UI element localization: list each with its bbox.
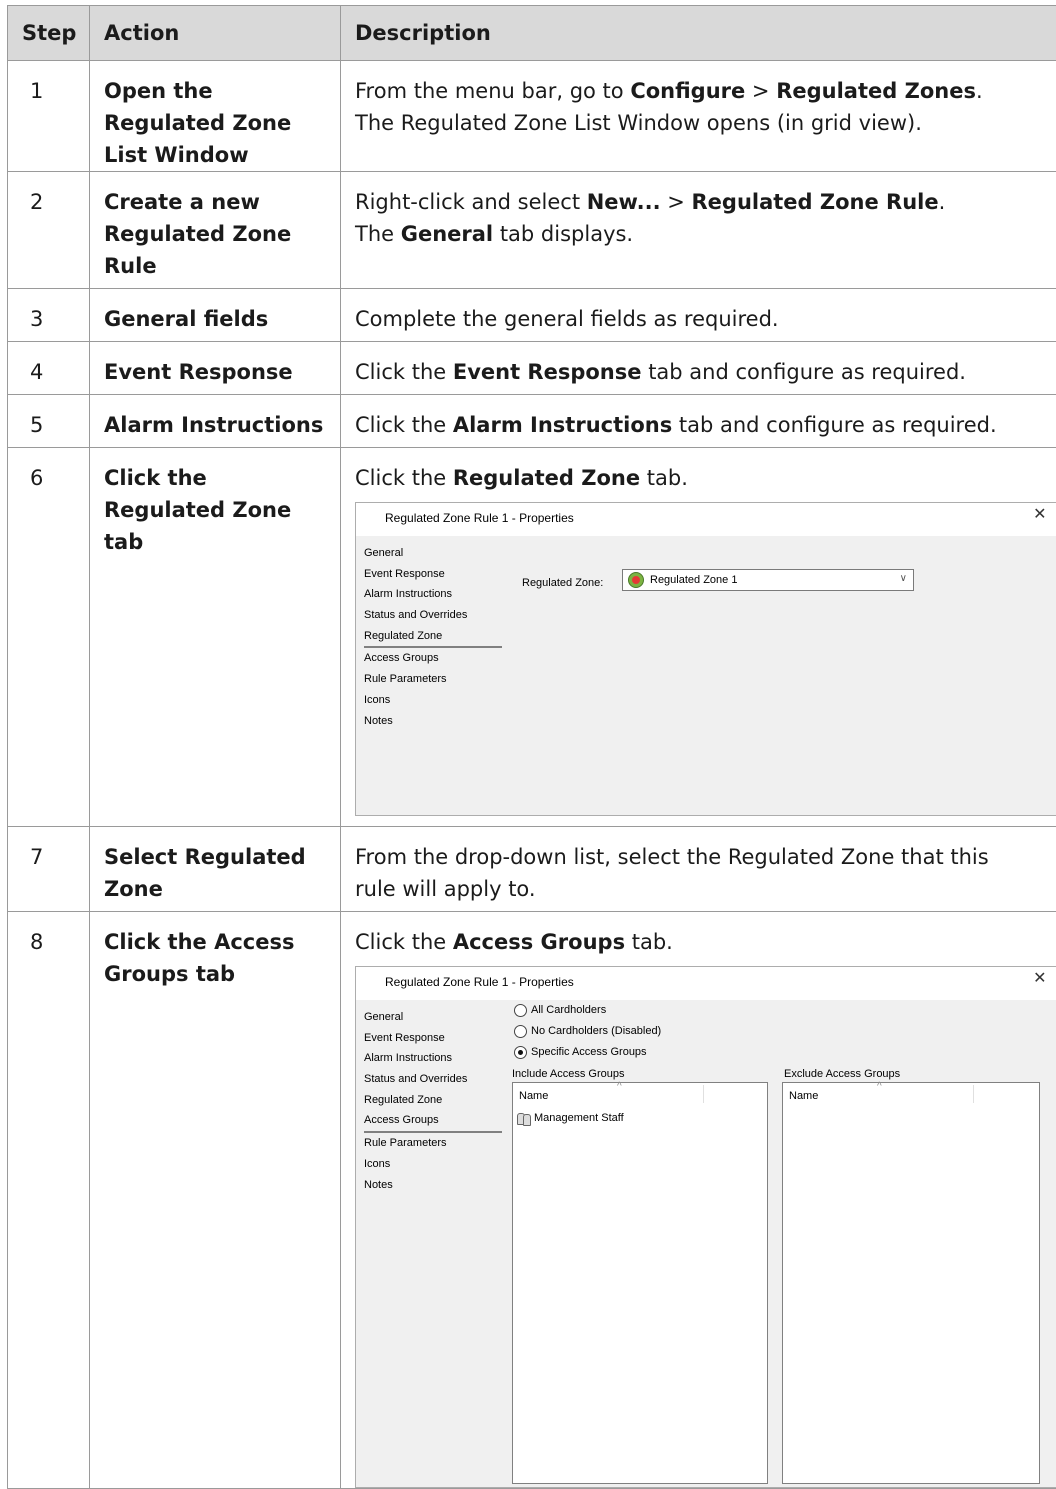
column-separator[interactable]: [973, 1085, 974, 1103]
nav-item-rule-parameters[interactable]: Rule Parameters: [364, 669, 502, 690]
nav-item-event-response[interactable]: Event Response: [364, 1028, 502, 1049]
table-row: 6 Click the Regulated Zone tab Click the…: [8, 448, 1056, 827]
header-description: Description: [341, 6, 1056, 61]
chevron-down-icon[interactable]: ∨: [900, 572, 907, 586]
step-action: Click the Access Groups tab: [90, 912, 341, 1489]
nav-item-icons[interactable]: Icons: [364, 690, 502, 711]
dialog-nav: General Event Response Alarm Instruction…: [364, 1007, 502, 1195]
radio-specific-access-groups[interactable]: Specific Access Groups: [514, 1045, 647, 1059]
step-description: Click the Alarm Instructions tab and con…: [341, 395, 1056, 448]
radio-no-cardholders[interactable]: No Cardholders (Disabled): [514, 1024, 661, 1038]
header-step: Step: [8, 6, 90, 61]
step-description: Complete the general fields as required.: [341, 289, 1056, 342]
dialog-title: Regulated Zone Rule 1 - Properties: [385, 511, 574, 525]
table-row: 7 Select Regulated Zone From the drop-do…: [8, 827, 1056, 912]
nav-item-access-groups[interactable]: Access Groups: [364, 1110, 502, 1133]
step-action: Select Regulated Zone: [90, 827, 341, 912]
nav-item-notes[interactable]: Notes: [364, 711, 502, 732]
table-row: 5 Alarm Instructions Click the Alarm Ins…: [8, 395, 1056, 448]
nav-item-general[interactable]: General: [364, 1007, 502, 1028]
sort-caret-icon: ^: [877, 1080, 882, 1094]
nav-item-notes[interactable]: Notes: [364, 1175, 502, 1196]
step-action: Event Response: [90, 342, 341, 395]
nav-item-regulated-zone[interactable]: Regulated Zone: [364, 626, 502, 649]
step-number: 8: [8, 912, 90, 1489]
regulated-zone-dropdown[interactable]: Regulated Zone 1 ∨: [622, 569, 914, 591]
list-header: Name ^: [513, 1083, 767, 1105]
radio-all-cardholders[interactable]: All Cardholders: [514, 1003, 606, 1017]
step-number: 3: [8, 289, 90, 342]
step-action: Open the Regulated Zone List Window: [90, 61, 341, 172]
steps-table: Step Action Description 1 Open the Regul…: [7, 5, 1056, 1489]
table-row: 8 Click the Access Groups tab Click the …: [8, 912, 1056, 1489]
include-access-groups-list[interactable]: Name ^ Management Staff: [512, 1082, 768, 1484]
step-description: Click the Access Groups tab. Regulated Z…: [341, 912, 1056, 1489]
step-description: Click the Regulated Zone tab. Regulated …: [341, 448, 1056, 827]
step-description: Right-click and select New... > Regulate…: [341, 172, 1056, 289]
regulated-zone-value: Regulated Zone 1: [650, 573, 737, 587]
step-action: Click the Regulated Zone tab: [90, 448, 341, 827]
nav-item-alarm-instructions[interactable]: Alarm Instructions: [364, 584, 502, 605]
column-header-name[interactable]: Name: [789, 1089, 818, 1103]
dialog-nav: General Event Response Alarm Instruction…: [364, 543, 502, 731]
column-header-name[interactable]: Name: [519, 1089, 548, 1103]
nav-item-rule-parameters[interactable]: Rule Parameters: [364, 1133, 502, 1154]
exclude-access-groups-label: Exclude Access Groups: [784, 1067, 900, 1081]
exclude-access-groups-list[interactable]: Name ^: [782, 1082, 1040, 1484]
radio-button[interactable]: [514, 1025, 527, 1038]
step-number: 4: [8, 342, 90, 395]
table-header-row: Step Action Description: [8, 6, 1056, 61]
table-row: 3 General fields Complete the general fi…: [8, 289, 1056, 342]
table-row: 2 Create a new Regulated Zone Rule Right…: [8, 172, 1056, 289]
list-header: Name ^: [783, 1083, 1039, 1105]
nav-item-general[interactable]: General: [364, 543, 502, 564]
table-row: 4 Event Response Click the Event Respons…: [8, 342, 1056, 395]
nav-item-status-overrides[interactable]: Status and Overrides: [364, 605, 502, 626]
nav-item-access-groups[interactable]: Access Groups: [364, 648, 502, 669]
step-action: Create a new Regulated Zone Rule: [90, 172, 341, 289]
regulated-zone-icon: [628, 572, 644, 588]
close-icon[interactable]: ✕: [1033, 508, 1046, 522]
step-action: Alarm Instructions: [90, 395, 341, 448]
table-row: 1 Open the Regulated Zone List Window Fr…: [8, 61, 1056, 172]
dialog-title: Regulated Zone Rule 1 - Properties: [385, 975, 574, 989]
include-access-groups-label: Include Access Groups: [512, 1067, 625, 1081]
list-item[interactable]: Management Staff: [517, 1111, 624, 1125]
radio-button-selected[interactable]: [514, 1046, 527, 1059]
step-action: General fields: [90, 289, 341, 342]
close-icon[interactable]: ✕: [1033, 972, 1046, 986]
step-number: 2: [8, 172, 90, 289]
step-description: From the menu bar, go to Configure > Reg…: [341, 61, 1056, 172]
nav-item-regulated-zone[interactable]: Regulated Zone: [364, 1090, 502, 1111]
step-description: From the drop-down list, select the Regu…: [341, 827, 1056, 912]
radio-button[interactable]: [514, 1004, 527, 1017]
group-icon: [517, 1112, 532, 1124]
column-separator[interactable]: [703, 1085, 704, 1103]
properties-dialog-regulated-zone: Regulated Zone Rule 1 - Properties ✕ Gen…: [355, 502, 1056, 816]
nav-item-status-overrides[interactable]: Status and Overrides: [364, 1069, 502, 1090]
nav-item-icons[interactable]: Icons: [364, 1154, 502, 1175]
nav-item-event-response[interactable]: Event Response: [364, 564, 502, 585]
step-number: 7: [8, 827, 90, 912]
header-action: Action: [90, 6, 341, 61]
step-number: 1: [8, 61, 90, 172]
step-number: 6: [8, 448, 90, 827]
step-number: 5: [8, 395, 90, 448]
sort-caret-icon: ^: [617, 1080, 622, 1094]
dialog-titlebar: Regulated Zone Rule 1 - Properties ✕: [356, 967, 1056, 1000]
regulated-zone-label: Regulated Zone:: [522, 576, 603, 590]
step-description: Click the Event Response tab and configu…: [341, 342, 1056, 395]
dialog-titlebar: Regulated Zone Rule 1 - Properties ✕: [356, 503, 1056, 536]
nav-item-alarm-instructions[interactable]: Alarm Instructions: [364, 1048, 502, 1069]
properties-dialog-access-groups: Regulated Zone Rule 1 - Properties ✕ Gen…: [355, 966, 1056, 1488]
